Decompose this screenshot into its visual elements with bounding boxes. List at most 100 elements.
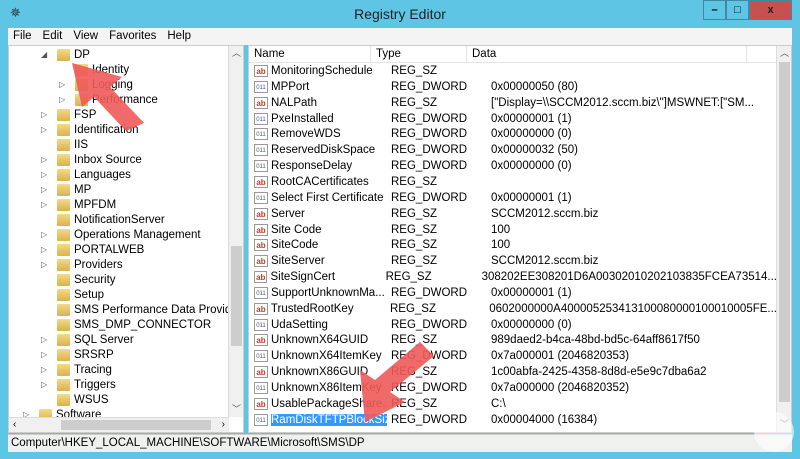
tree-node-mp[interactable]: ▷ MP [41,182,91,197]
scroll-thumb[interactable] [779,62,790,402]
scroll-thumb[interactable] [231,246,242,346]
expand-icon[interactable]: ▷ [41,350,51,359]
horizontal-scroll-thumb[interactable] [61,420,211,430]
tree-node-identity[interactable]: Identity [59,62,129,77]
tree-node-mpfdm[interactable]: ▷ MPFDM [41,197,116,212]
expand-icon[interactable]: ◢ [41,50,51,59]
menu-help[interactable]: Help [162,28,197,45]
tree-node-sms-dmp-connector[interactable]: SMS_DMP_CONNECTOR [41,317,211,332]
folder-icon [57,198,70,211]
expand-icon[interactable]: ▷ [41,245,51,254]
tree-node-inbox-source[interactable]: ▷ Inbox Source [41,152,142,167]
value-row[interactable]: ab TrustedRootKey REG_SZ 0602000000A4000052… [249,301,777,317]
scroll-left-icon[interactable]: ‹ [13,419,16,430]
tree-node-sms-performance-data-provider[interactable]: SMS Performance Data Provider [41,302,241,317]
value-row[interactable]: ab UnknownX86GUID REG_SZ 1c00abfa-2425-4358… [249,364,777,380]
value-row[interactable]: ab UsablePackageShare... REG_SZ C:\ [249,396,777,412]
expand-icon[interactable]: ▷ [41,380,51,389]
value-type: REG_DWORD [391,382,468,394]
tree-node-sql-server[interactable]: ▷ SQL Server [41,332,134,347]
value-row[interactable]: 011 PxeInstalled REG_DWORD 0x00000001 (1) [249,111,777,127]
scroll-up-icon[interactable]: ︿ [777,46,791,61]
value-row[interactable]: 011 ResponseDelay REG_DWORD 0x00000000 (0) [249,158,777,174]
tree-node-iis[interactable]: IIS [41,137,88,152]
tree-node-label: Inbox Source [74,153,142,166]
value-row[interactable]: 011 RamDiskTFTPBlockSize REG_DWORD 0x000040… [249,412,777,428]
tree-node-setup[interactable]: Setup [41,287,104,302]
values-vertical-scrollbar[interactable]: ︿ ﹀ [776,46,791,432]
tree-node-notificationserver[interactable]: NotificationServer [41,212,165,227]
value-row[interactable]: ab SiteSignCert REG_SZ 308202EE308201D6A003… [249,269,777,285]
folder-icon [57,123,70,136]
value-name-text: NALPath [271,96,318,109]
expand-icon[interactable]: ▷ [59,95,69,104]
tree-node-security[interactable]: Security [41,272,116,287]
value-data: 308202EE308201D6A00302010202103835FCEA73… [481,271,777,284]
expand-icon[interactable]: ▷ [41,155,51,164]
value-row[interactable]: 011 SupportUnknownMa... REG_DWORD 0x0000000… [249,285,777,301]
binary-value-icon: 011 [254,191,268,204]
tree-node-triggers[interactable]: ▷ Triggers [41,377,116,392]
tree-node-fsp[interactable]: ▷ FSP [41,107,96,122]
column-header-data[interactable]: Data [467,46,747,62]
expand-icon[interactable]: ▷ [41,185,51,194]
tree-vertical-scrollbar[interactable]: ︿ ﹀ [228,46,243,417]
expand-icon[interactable]: ▷ [41,365,51,374]
menu-favorites[interactable]: Favorites [104,28,162,45]
value-row[interactable]: ab MonitoringSchedule REG_SZ [249,63,777,79]
tree-node-providers[interactable]: ▷ Providers [41,257,123,272]
value-row[interactable]: ab UnknownX64GUID REG_SZ 989daed2-b4ca-48bd… [249,332,777,348]
value-row[interactable]: 011 MPPort REG_DWORD 0x00000050 (80) [249,79,777,95]
close-button[interactable]: x [749,0,792,20]
value-data: 100 [491,239,511,252]
tree-node-portalweb[interactable]: ▷ PORTALWEB [41,242,144,257]
value-row[interactable]: ab NALPath REG_SZ ["Display=\\SCCM2012.sccm… [249,95,777,111]
menu-file[interactable]: File [8,28,38,45]
expand-icon[interactable]: ▷ [41,230,51,239]
minimize-button[interactable]: – [703,0,726,20]
value-row[interactable]: ab SiteServer REG_SZ SCCM2012.sccm.biz [249,253,777,269]
value-name-text: UsablePackageShare... [271,397,387,410]
tree-node-performance[interactable]: ▷ Performance [59,92,158,107]
tree-node-dp[interactable]: ◢ DP [41,47,90,62]
expand-icon[interactable]: ▷ [41,170,51,179]
string-value-icon: ab [254,223,268,236]
tree-horizontal-scrollbar[interactable]: ‹ › [9,417,229,432]
expand-icon[interactable]: ▷ [41,200,51,209]
menu-view[interactable]: View [68,28,104,45]
scroll-right-icon[interactable]: › [222,419,225,430]
tree-node-srsrp[interactable]: ▷ SRSRP [41,347,114,362]
scroll-down-icon[interactable]: ﹀ [777,417,791,432]
value-row[interactable]: 011 UnknownX64ItemKey REG_DWORD 0x7a000001 … [249,348,777,364]
value-row[interactable]: 011 ReservedDiskSpace REG_DWORD 0x00000032 … [249,142,777,158]
tree-node-label: Setup [74,288,105,301]
tree-node-label: Logging [92,78,133,91]
tree-node-tracing[interactable]: ▷ Tracing [41,362,112,377]
tree-node-languages[interactable]: ▷ Languages [41,167,131,182]
value-row[interactable]: ab RootCACertificates REG_SZ [249,174,777,190]
value-row[interactable]: 011 RemoveWDS REG_DWORD 0x00000000 (0) [249,126,777,142]
expand-icon[interactable]: ▷ [41,335,51,344]
value-data: 0x00004000 (16384) [491,413,598,426]
maximize-button[interactable]: □ [726,0,749,20]
scroll-up-icon[interactable]: ︿ [229,46,243,61]
expand-icon[interactable]: ▷ [41,125,51,134]
value-row[interactable]: 011 UnknownX86ItemKey REG_DWORD 0x7a000000 … [249,380,777,396]
value-row[interactable]: 011 Select First Certificate REG_DWORD 0x00… [249,190,777,206]
value-row[interactable]: ab SiteCode REG_SZ 100 [249,237,777,253]
value-data: 0x00000001 (1) [491,286,572,299]
expand-icon[interactable]: ▷ [41,260,51,269]
tree-node-logging[interactable]: ▷ Logging [59,77,133,92]
scroll-down-icon[interactable]: ﹀ [229,402,243,417]
expand-icon[interactable]: ▷ [41,110,51,119]
column-header-name[interactable]: Name [249,46,371,62]
tree-node-operations-management[interactable]: ▷ Operations Management [41,227,201,242]
value-row[interactable]: 011 UdaSetting REG_DWORD 0x00000000 (0) [249,317,777,333]
column-header-type[interactable]: Type [371,46,467,62]
tree-node-wsus[interactable]: WSUS [41,392,109,407]
value-row[interactable]: ab Site Code REG_SZ 100 [249,222,777,238]
value-row[interactable]: ab Server REG_SZ SCCM2012.sccm.biz [249,206,777,222]
menu-edit[interactable]: Edit [38,28,69,45]
expand-icon[interactable]: ▷ [59,80,69,89]
tree-node-identification[interactable]: ▷ Identification [41,122,139,137]
